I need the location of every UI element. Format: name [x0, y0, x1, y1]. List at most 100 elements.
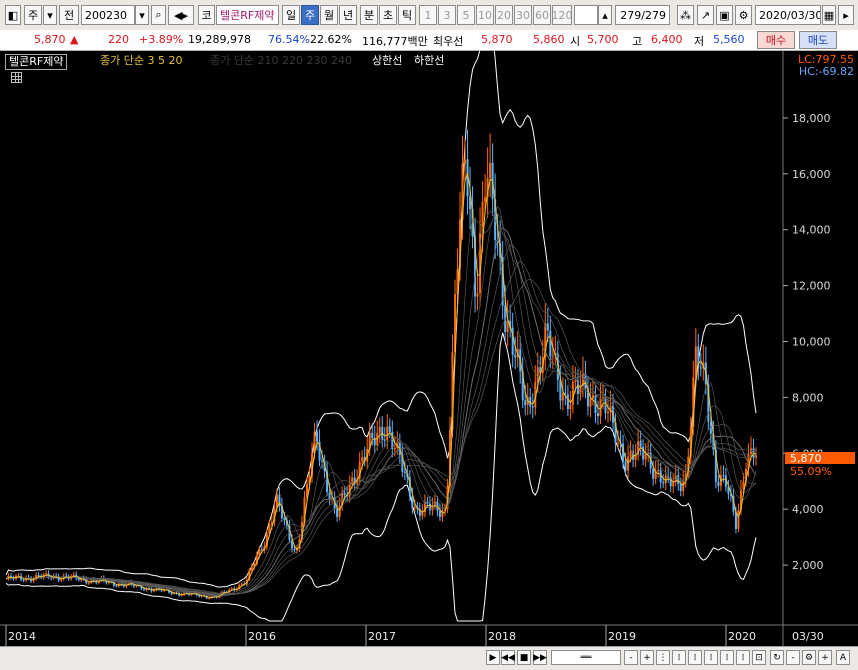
candle-body — [531, 406, 534, 408]
zoom-out-button[interactable]: - — [624, 650, 638, 665]
font-button[interactable]: A — [836, 650, 850, 665]
link-icon[interactable]: ⁂ — [677, 5, 694, 25]
tab-period-day[interactable]: 일 — [282, 5, 300, 25]
candle-body — [142, 588, 145, 590]
zoom-in-button[interactable]: + — [640, 650, 654, 665]
code-dropdown-icon[interactable]: ▾ — [135, 5, 149, 25]
plus-button[interactable]: + — [818, 650, 832, 665]
candle-body — [476, 293, 479, 297]
candle-body — [589, 398, 592, 407]
settings-icon[interactable]: ⚙ — [802, 650, 816, 665]
sound-icon[interactable]: ◀▸ — [168, 5, 194, 25]
minute-button-10[interactable]: 10 — [476, 5, 494, 25]
bar-max-icon[interactable]: ⁞ — [736, 650, 750, 665]
grid-icon[interactable] — [11, 72, 22, 83]
priority-label: 최우선 — [433, 35, 464, 48]
date-input[interactable]: 2020/03/30 — [755, 5, 821, 25]
candle-body — [316, 431, 319, 442]
calendar-icon[interactable]: ▦ — [822, 5, 836, 25]
bar-widest-icon[interactable]: ⁞ — [704, 650, 718, 665]
candle-body — [561, 393, 564, 401]
candle-body — [22, 579, 25, 581]
minute-button-30[interactable]: 30 — [514, 5, 532, 25]
tab-period-week[interactable]: 주 — [301, 5, 319, 25]
reset-zoom-icon[interactable]: ⊡ — [752, 650, 766, 665]
minute-button-60[interactable]: 60 — [533, 5, 551, 25]
chart-menu-icon[interactable]: ◧ — [5, 5, 21, 25]
tab-period-month[interactable]: 월 — [320, 5, 338, 25]
spinner-icon[interactable]: ▴ — [598, 5, 612, 25]
candle-body — [566, 394, 569, 410]
candle-body — [413, 507, 416, 509]
candle-body — [514, 354, 517, 358]
legend-ma-short[interactable]: 종가 단순 3 5 20 — [100, 54, 182, 68]
low-price: 5,560 — [713, 33, 745, 46]
candle-body — [549, 330, 552, 357]
sell-button[interactable]: 매도 — [799, 31, 837, 49]
custom-period-input[interactable] — [574, 5, 598, 25]
chart-svg[interactable]: 2,0004,0006,0008,00010,00012,00014,00016… — [0, 23, 858, 646]
tab-period-minute[interactable]: 분 — [360, 5, 378, 25]
bar-full-icon[interactable]: ⁞ — [720, 650, 734, 665]
save-icon[interactable]: ▣ — [716, 5, 733, 25]
prev-button[interactable]: 전 — [59, 5, 79, 25]
minute-button-3[interactable]: 3 — [438, 5, 456, 25]
tab-period-second[interactable]: 초 — [379, 5, 397, 25]
bar-wide-icon[interactable]: ⁞ — [672, 650, 686, 665]
candle-body — [426, 501, 429, 504]
trend-icon[interactable]: ↗ — [697, 5, 714, 25]
y-tick-label: 10,000 — [792, 336, 831, 349]
candle-body — [672, 481, 675, 487]
code-input[interactable]: 200230 — [81, 5, 135, 25]
candle-body — [644, 454, 647, 460]
refresh-icon[interactable]: ↻ — [770, 650, 784, 665]
candle-body — [336, 508, 339, 517]
candle-body — [574, 380, 577, 382]
gear-icon[interactable]: ⚙ — [735, 5, 752, 25]
bar-wider-icon[interactable]: ⁞ — [688, 650, 702, 665]
high-price: 6,400 — [651, 33, 683, 46]
minute-button-1[interactable]: 1 — [419, 5, 437, 25]
candle-body — [596, 413, 599, 416]
ask-price: 5,870 — [481, 33, 513, 46]
y-tick-label: 14,000 — [792, 224, 831, 237]
legend-lower-band[interactable]: 하한선 — [414, 54, 444, 68]
type-select[interactable]: 주 — [24, 5, 42, 25]
x-tick-label: 2019 — [608, 630, 636, 643]
scroll-right-icon[interactable]: ▸ — [838, 5, 854, 25]
tab-period-year[interactable]: 년 — [339, 5, 357, 25]
forward-icon[interactable]: ▶▶ — [533, 650, 547, 665]
tab-period-tick[interactable]: 틱 — [398, 5, 416, 25]
minute-button-5[interactable]: 5 — [457, 5, 475, 25]
play-icon[interactable]: ▶ — [486, 650, 500, 665]
x-tick-label: 2017 — [368, 630, 396, 643]
x-tick-label: 2020 — [728, 630, 756, 643]
price-chart[interactable]: 2,0004,0006,0008,00010,00012,00014,00016… — [0, 23, 858, 646]
minus-button[interactable]: - — [786, 650, 800, 665]
candle-body — [524, 400, 527, 406]
minute-button-20[interactable]: 20 — [495, 5, 513, 25]
scroll-slider[interactable]: ══ — [551, 650, 621, 665]
low-label: 저 — [694, 35, 705, 48]
candle-body — [679, 483, 682, 491]
candle-body — [87, 582, 90, 584]
stock-name[interactable]: 텔콘RF제약 — [216, 5, 279, 25]
turnover-ratio: 22.62% — [310, 33, 352, 46]
bar-narrow-icon[interactable]: ⋮ — [656, 650, 670, 665]
minute-button-120[interactable]: 120 — [552, 5, 572, 25]
code-prefix-button[interactable]: 코 — [198, 5, 215, 25]
candle-body — [677, 475, 680, 484]
candle-body — [283, 518, 286, 521]
candle-body — [694, 346, 697, 378]
stop-icon[interactable]: ■ — [517, 650, 531, 665]
candle-body — [321, 460, 324, 462]
chevron-down-icon[interactable]: ▾ — [43, 5, 57, 25]
legend-ma-long[interactable]: 종가 단순 210 220 230 240 — [210, 54, 352, 68]
search-icon[interactable]: ⌕ — [151, 5, 166, 25]
rewind-icon[interactable]: ◀◀ — [501, 650, 515, 665]
buy-button[interactable]: 매수 — [757, 31, 795, 49]
legend-stock-name[interactable]: 텔콘RF제약 — [5, 54, 68, 70]
candle-body — [682, 480, 685, 491]
toolbar: ◧ 주 ▾ 전 200230 ▾ ⌕ ◀▸ 코 텔콘RF제약 일 주 월 년 분… — [0, 0, 858, 31]
legend-upper-band[interactable]: 상한선 — [372, 54, 402, 68]
